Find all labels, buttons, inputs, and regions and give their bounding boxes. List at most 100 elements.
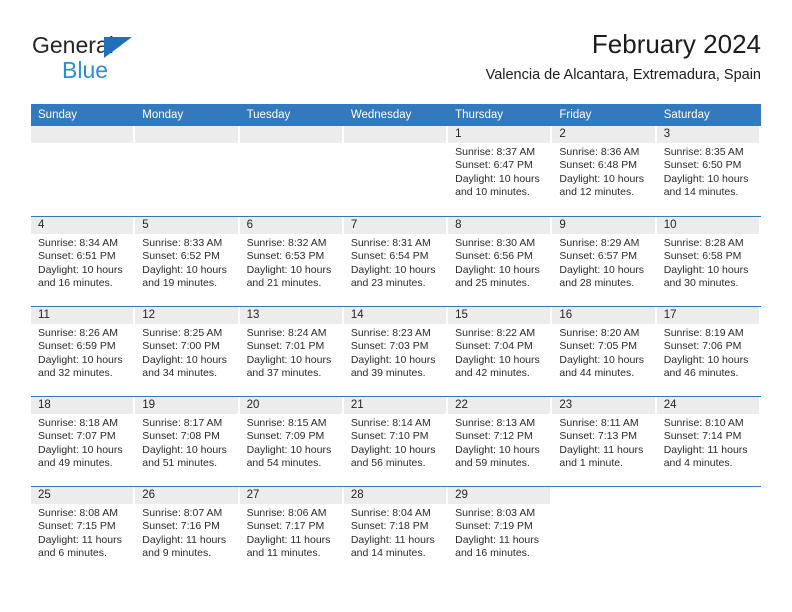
day-cell-15[interactable]: 15 Sunrise: 8:22 AM Sunset: 7:04 PM Dayligh… <box>448 307 552 396</box>
day-info-line: Sunset: 6:54 PM <box>350 250 429 263</box>
day-info-line: Sunset: 7:10 PM <box>350 430 429 443</box>
day-info-line: Sunrise: 8:08 AM <box>38 507 118 519</box>
day-info-line: Sunrise: 8:23 AM <box>350 327 431 339</box>
day-info-line: and 14 minutes. <box>663 186 739 199</box>
day-cell-26[interactable]: 26 Sunrise: 8:07 AM Sunset: 7:16 PM Dayligh… <box>135 487 239 576</box>
day-sun-info: Sunrise: 8:24 AM Sunset: 7:01 PM Daylight:… <box>240 324 344 381</box>
day-cell-24[interactable]: 24 Sunrise: 8:10 AM Sunset: 7:14 PM Dayligh… <box>656 397 761 486</box>
day-info-line: Sunset: 7:13 PM <box>559 430 638 443</box>
day-info-line: and 46 minutes. <box>663 367 739 380</box>
day-number: 8 <box>448 217 551 234</box>
day-number: 27 <box>239 487 342 504</box>
day-cell-4[interactable]: 4 Sunrise: 8:34 AM Sunset: 6:51 PM Daylight… <box>31 217 135 306</box>
day-cell-19[interactable]: 19 Sunrise: 8:17 AM Sunset: 7:08 PM Dayligh… <box>135 397 239 486</box>
day-info-line: Sunset: 7:15 PM <box>38 520 116 533</box>
weekday-header-sunday: Sunday <box>38 109 78 121</box>
day-info-line: Sunset: 7:12 PM <box>455 430 533 443</box>
day-sun-info: Sunrise: 8:31 AM Sunset: 6:54 PM Daylight:… <box>344 234 448 291</box>
day-cell-23[interactable]: 23 Sunrise: 8:11 AM Sunset: 7:13 PM Dayligh… <box>552 397 656 486</box>
day-cell-12[interactable]: 12 Sunrise: 8:25 AM Sunset: 7:00 PM Dayligh… <box>135 307 239 396</box>
day-number <box>552 487 654 504</box>
day-sun-info: Sunrise: 8:10 AM Sunset: 7:14 PM Daylight:… <box>657 414 761 471</box>
day-info-line: Daylight: 10 hours <box>559 172 645 185</box>
day-info-line: Daylight: 11 hours <box>559 443 644 456</box>
day-info-line: and 34 minutes. <box>142 367 217 380</box>
day-info-line: and 23 minutes. <box>350 277 426 290</box>
day-info-line: Sunrise: 8:18 AM <box>38 417 118 429</box>
day-cell-6[interactable]: 6 Sunrise: 8:32 AM Sunset: 6:53 PM Daylight… <box>239 217 344 306</box>
day-number: 13 <box>239 307 342 324</box>
day-info-line: and 10 minutes. <box>455 186 530 199</box>
day-number: 19 <box>135 397 238 414</box>
day-cell-27[interactable]: 27 Sunrise: 8:06 AM Sunset: 7:17 PM Dayligh… <box>239 487 344 576</box>
day-info-line: Sunset: 7:04 PM <box>455 340 533 353</box>
day-sun-info: Sunrise: 8:28 AM Sunset: 6:58 PM Daylight:… <box>657 234 761 291</box>
day-number: 23 <box>552 397 655 414</box>
day-info-line: Sunrise: 8:20 AM <box>559 327 640 339</box>
day-info-line: and 25 minutes. <box>455 277 530 290</box>
day-cell-17[interactable]: 17 Sunrise: 8:19 AM Sunset: 7:06 PM Dayligh… <box>656 307 761 396</box>
day-sun-info: Sunrise: 8:03 AM Sunset: 7:19 PM Daylight:… <box>448 504 552 561</box>
day-cell-empty <box>31 126 135 216</box>
day-cell-14[interactable]: 14 Sunrise: 8:23 AM Sunset: 7:03 PM Dayligh… <box>343 307 448 396</box>
weekday-header-tuesday: Tuesday <box>246 109 291 121</box>
day-sun-info: Sunrise: 8:07 AM Sunset: 7:16 PM Daylight:… <box>135 504 239 561</box>
day-info-line: Sunset: 7:09 PM <box>246 430 325 443</box>
day-info-line: and 59 minutes. <box>455 457 530 470</box>
day-cell-3[interactable]: 3 Sunrise: 8:35 AM Sunset: 6:50 PM Daylight… <box>656 126 761 216</box>
day-cell-22[interactable]: 22 Sunrise: 8:13 AM Sunset: 7:12 PM Dayligh… <box>448 397 552 486</box>
day-info-line: Sunset: 6:50 PM <box>663 159 742 172</box>
day-info-line: and 11 minutes. <box>246 547 321 560</box>
day-cell-5[interactable]: 5 Sunrise: 8:33 AM Sunset: 6:52 PM Daylight… <box>135 217 239 306</box>
day-sun-info: Sunrise: 8:33 AM Sunset: 6:52 PM Daylight:… <box>135 234 239 291</box>
day-number <box>239 126 342 143</box>
day-info-line: Daylight: 10 hours <box>38 353 123 366</box>
day-info-line: and 56 minutes. <box>350 457 426 470</box>
day-info-line: Sunrise: 8:30 AM <box>455 237 536 249</box>
day-info-line: Sunrise: 8:25 AM <box>142 327 223 339</box>
day-number <box>135 126 238 143</box>
day-cell-25[interactable]: 25 Sunrise: 8:08 AM Sunset: 7:15 PM Dayligh… <box>31 487 135 576</box>
day-info-line: Sunrise: 8:37 AM <box>455 146 536 158</box>
day-info-line: Sunrise: 8:06 AM <box>246 507 327 519</box>
day-info-line: Sunset: 6:53 PM <box>246 250 325 263</box>
day-cell-29[interactable]: 29 Sunrise: 8:03 AM Sunset: 7:19 PM Dayligh… <box>448 487 552 576</box>
day-info-line: Sunrise: 8:11 AM <box>559 417 639 429</box>
day-info-line: and 9 minutes. <box>142 547 212 560</box>
day-info-line: and 51 minutes. <box>142 457 217 470</box>
day-info-line: Sunset: 6:59 PM <box>38 340 116 353</box>
calendar-page: General Blue February 2024 Valencia de A… <box>0 0 792 612</box>
day-cell-2[interactable]: 2 Sunrise: 8:36 AM Sunset: 6:48 PM Daylight… <box>552 126 656 216</box>
day-cell-18[interactable]: 18 Sunrise: 8:18 AM Sunset: 7:07 PM Dayligh… <box>31 397 135 486</box>
day-info-line: Daylight: 10 hours <box>455 263 540 276</box>
day-cell-empty <box>343 126 448 216</box>
day-cell-13[interactable]: 13 Sunrise: 8:24 AM Sunset: 7:01 PM Dayligh… <box>239 307 344 396</box>
general-blue-logo[interactable]: General Blue <box>31 32 241 88</box>
day-number: 7 <box>343 217 447 234</box>
day-cell-8[interactable]: 8 Sunrise: 8:30 AM Sunset: 6:56 PM Daylight… <box>448 217 552 306</box>
day-info-line: Sunrise: 8:34 AM <box>38 237 118 249</box>
day-cell-1[interactable]: 1 Sunrise: 8:37 AM Sunset: 6:47 PM Daylight… <box>448 126 552 216</box>
day-cell-9[interactable]: 9 Sunrise: 8:29 AM Sunset: 6:57 PM Daylight… <box>552 217 656 306</box>
day-number: 12 <box>135 307 238 324</box>
day-info-line: and 32 minutes. <box>38 367 113 380</box>
day-number <box>343 126 447 143</box>
day-sun-info: Sunrise: 8:17 AM Sunset: 7:08 PM Daylight:… <box>135 414 239 471</box>
day-number: 18 <box>31 397 134 414</box>
day-info-line: Sunset: 6:57 PM <box>559 250 638 263</box>
day-info-line: and 54 minutes. <box>246 457 322 470</box>
day-number: 22 <box>448 397 551 414</box>
day-sun-info: Sunrise: 8:36 AM Sunset: 6:48 PM Daylight:… <box>552 143 656 200</box>
day-number: 21 <box>343 397 447 414</box>
day-cell-7[interactable]: 7 Sunrise: 8:31 AM Sunset: 6:54 PM Daylight… <box>343 217 448 306</box>
day-cell-28[interactable]: 28 Sunrise: 8:04 AM Sunset: 7:18 PM Dayligh… <box>343 487 448 576</box>
day-cell-16[interactable]: 16 Sunrise: 8:20 AM Sunset: 7:05 PM Dayligh… <box>552 307 656 396</box>
day-info-line: Sunrise: 8:32 AM <box>246 237 327 249</box>
day-info-line: Daylight: 10 hours <box>559 353 645 366</box>
day-info-line: Sunset: 7:07 PM <box>38 430 116 443</box>
day-cell-11[interactable]: 11 Sunrise: 8:26 AM Sunset: 6:59 PM Dayligh… <box>31 307 135 396</box>
day-info-line: Daylight: 10 hours <box>455 443 540 456</box>
day-cell-21[interactable]: 21 Sunrise: 8:14 AM Sunset: 7:10 PM Dayligh… <box>343 397 448 486</box>
day-cell-10[interactable]: 10 Sunrise: 8:28 AM Sunset: 6:58 PM Dayligh… <box>656 217 761 306</box>
day-cell-20[interactable]: 20 Sunrise: 8:15 AM Sunset: 7:09 PM Dayligh… <box>239 397 344 486</box>
